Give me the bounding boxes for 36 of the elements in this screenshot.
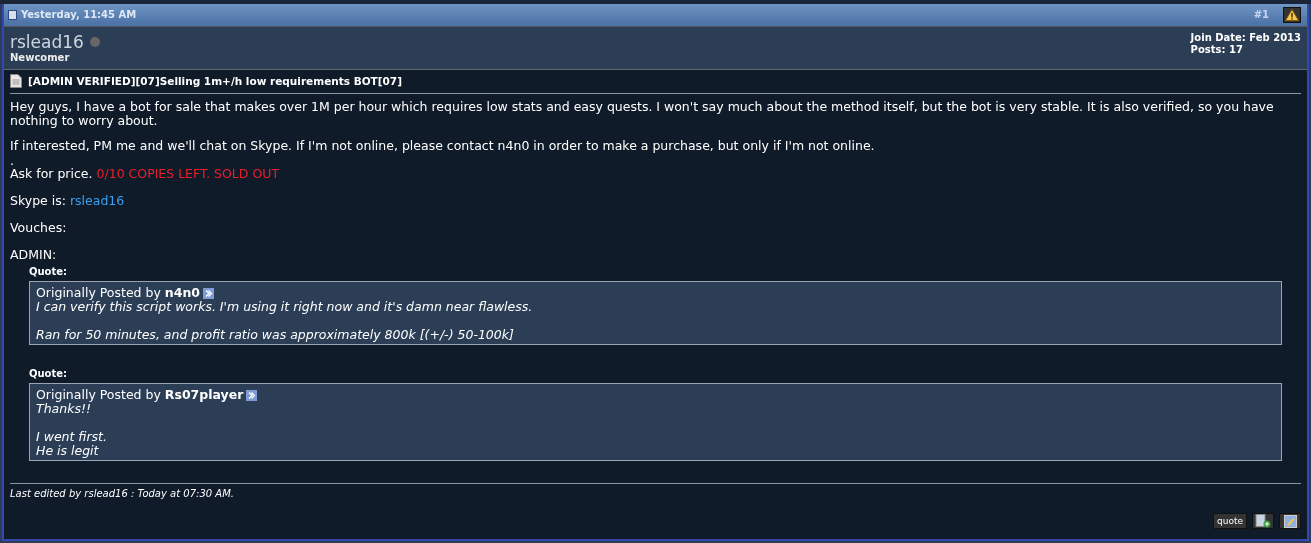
multiquote-button[interactable] bbox=[1252, 513, 1274, 529]
post-paragraph: Vouches: bbox=[10, 221, 68, 235]
quote-attribution: Originally Posted by Rs07player bbox=[36, 388, 244, 402]
post-date: Yesterday, 11:45 AM bbox=[21, 9, 137, 21]
quote-text: I went first. bbox=[36, 430, 108, 444]
post-paragraph: Hey guys, I have a bot for sale that makes over 1M per hour which requires low stats and easy quests. I won't say much about the method itself, but the bot is very stable. It is also verified, so you have nothing to worry about. bbox=[10, 100, 1275, 128]
edit-button[interactable] bbox=[1279, 513, 1301, 529]
post-icon bbox=[8, 9, 17, 20]
view-post-icon[interactable] bbox=[203, 287, 215, 299]
quote-text: Thanks!! bbox=[36, 402, 91, 416]
report-button[interactable] bbox=[1283, 6, 1301, 23]
dot-line: . bbox=[10, 156, 14, 165]
post-count: Posts: 17 bbox=[1190, 43, 1244, 56]
document-plus-icon bbox=[1255, 514, 1271, 528]
sold-out-note: 0/10 COPIES LEFT. SOLD OUT bbox=[96, 166, 280, 181]
post-paragraph: If interested, PM me and we'll chat on Skype. If I'm not online, please contact n4n0 in order to make a purchase, but only if I'm not online. bbox=[10, 139, 876, 153]
quote-text: I can verify this script works. I'm using it right now and it's damn near flawless. bbox=[36, 300, 534, 314]
edit-note: Last edited by rslead16 : Today at 07:30 AM. bbox=[10, 488, 235, 499]
quote-text: Ran for 50 minutes, and profit ratio was approximately 800k [(+/-) 50-100k] bbox=[36, 328, 515, 342]
quote-attribution: Originally Posted by n4n0 bbox=[36, 286, 201, 300]
quote-label: Quote: bbox=[29, 367, 69, 381]
quote-button[interactable]: quote bbox=[1213, 513, 1247, 529]
user-rank: Newcomer bbox=[10, 51, 71, 63]
document-icon bbox=[10, 74, 22, 88]
edit-pencil-icon bbox=[1283, 514, 1297, 528]
post-title: [ADMIN VERIFIED][07]Selling 1m+/h low requirements BOT[07] bbox=[28, 75, 402, 87]
skype-link[interactable]: rslead16 bbox=[69, 193, 125, 208]
skype-label: Skype is: bbox=[10, 193, 66, 208]
quote-text: He is legit bbox=[36, 444, 100, 458]
post-paragraph: ADMIN: bbox=[10, 248, 58, 262]
username-link[interactable]: rslead16 bbox=[10, 31, 84, 52]
join-date: Join Date: Feb 2013 bbox=[1190, 31, 1301, 44]
quote-label: Quote: bbox=[29, 265, 69, 279]
warning-icon bbox=[1285, 8, 1299, 21]
price-note: Ask for price. bbox=[10, 166, 93, 181]
view-post-icon[interactable] bbox=[246, 389, 258, 401]
